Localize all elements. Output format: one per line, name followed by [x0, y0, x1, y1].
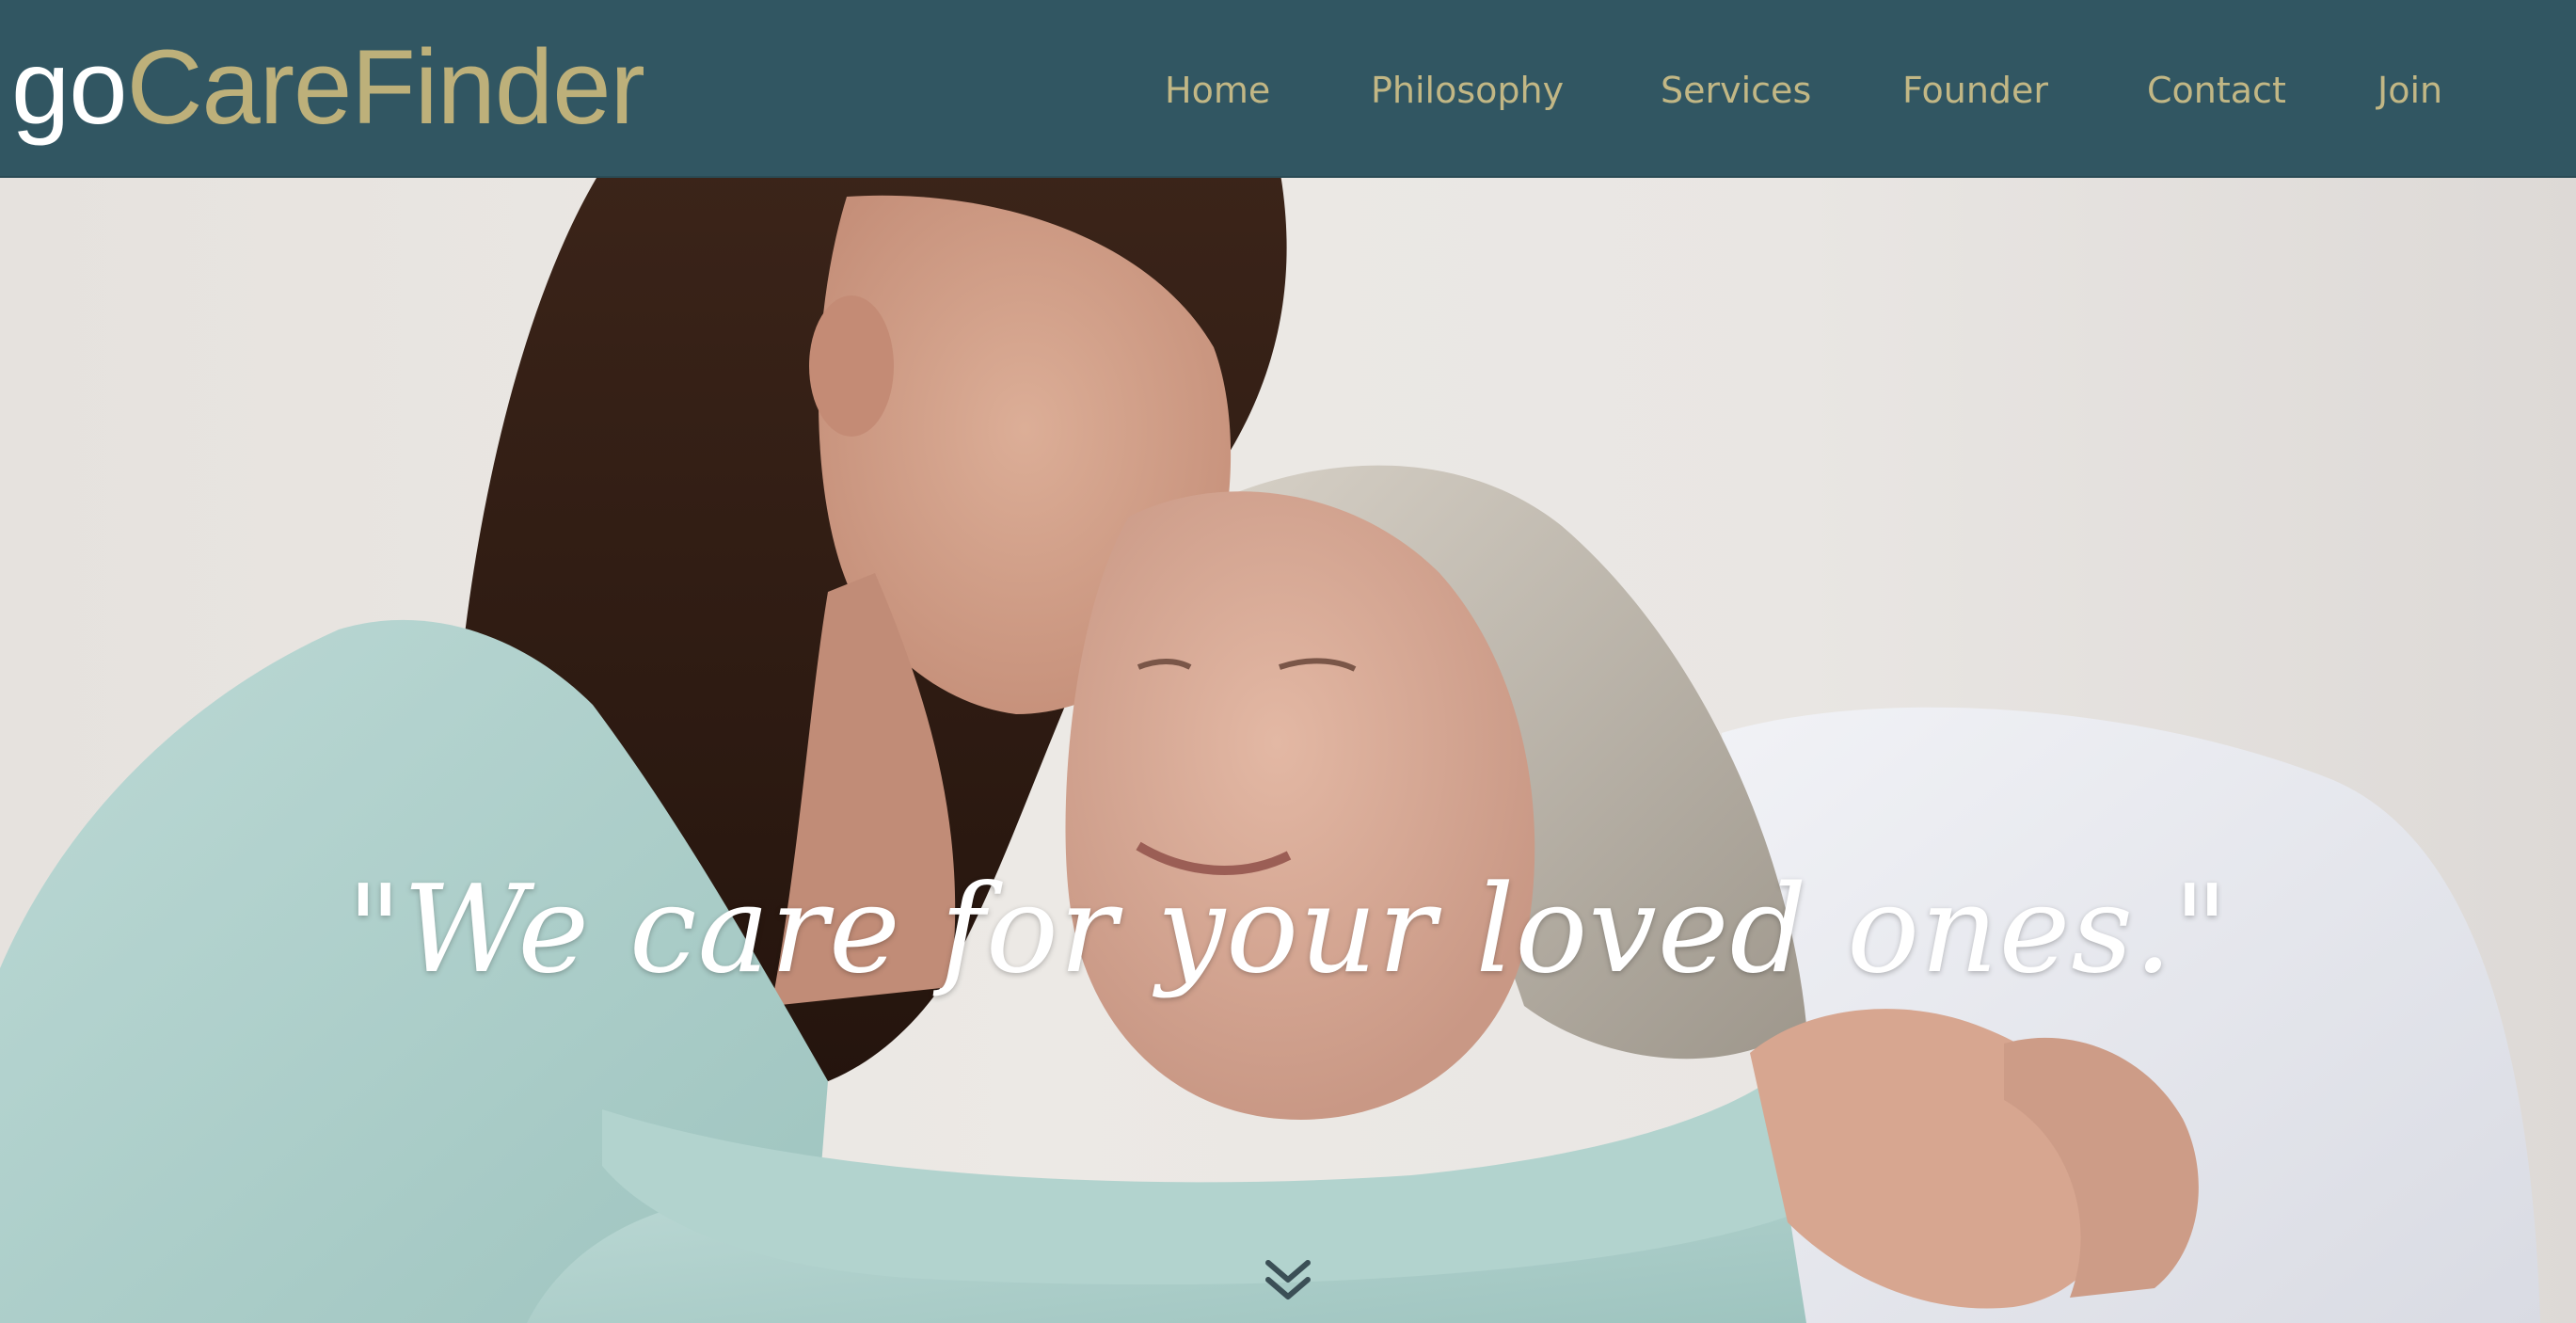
hero-photo [0, 178, 2540, 1323]
nav-join[interactable]: Join [2377, 62, 2442, 119]
nav-founder[interactable]: Founder [1902, 62, 2048, 119]
hero-tagline: "We care for your loved ones." [346, 860, 2230, 1000]
site-header: goCareFinder Home Philosophy Services Fo… [0, 0, 2576, 178]
nav-services[interactable]: Services [1661, 62, 1811, 119]
main-nav: Home Philosophy Services Founder Contact… [0, 62, 2576, 119]
nav-philosophy[interactable]: Philosophy [1371, 62, 1564, 119]
hero-section: "We care for your loved ones." [0, 178, 2576, 1323]
page: goCareFinder Home Philosophy Services Fo… [0, 0, 2576, 1323]
nav-home[interactable]: Home [1165, 62, 1270, 119]
nav-contact[interactable]: Contact [2147, 62, 2286, 119]
double-chevron-down-icon[interactable] [1263, 1257, 1313, 1304]
